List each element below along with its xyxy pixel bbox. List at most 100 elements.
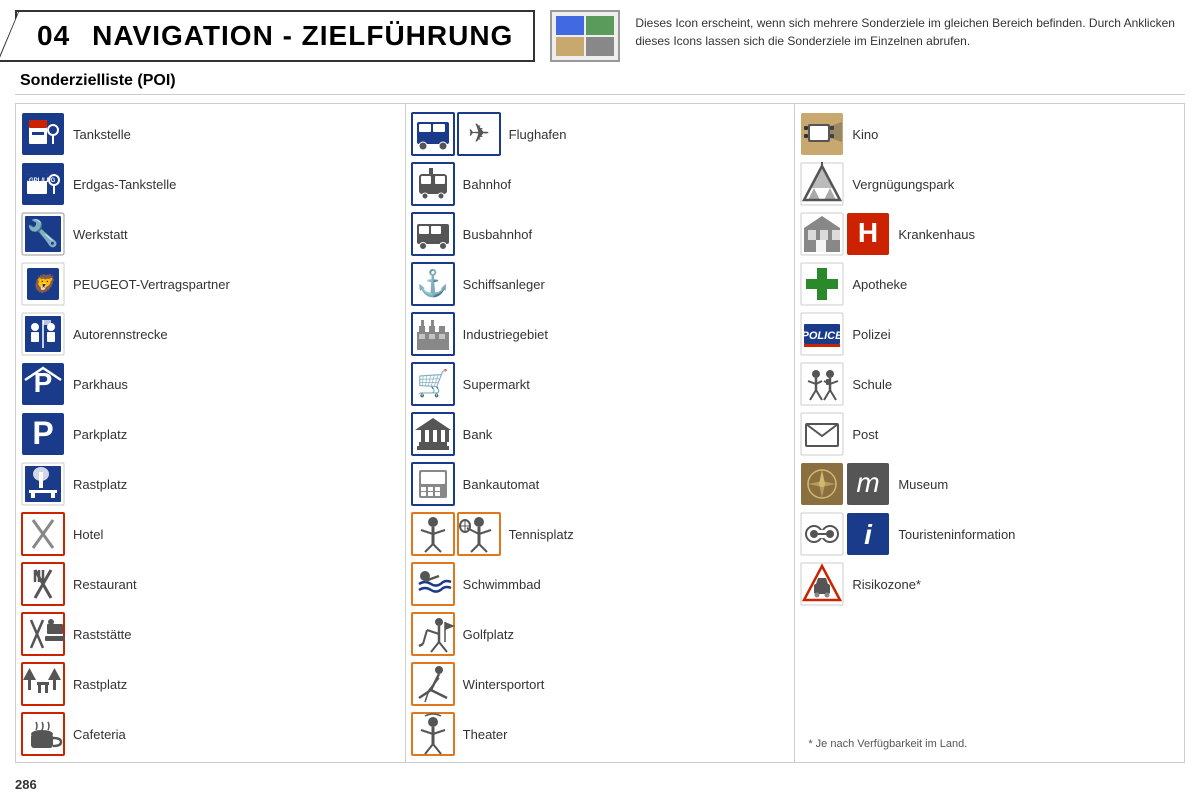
- label-kino: Kino: [852, 127, 878, 142]
- icon-tankstelle: [21, 112, 65, 156]
- label-theater: Theater: [463, 727, 508, 742]
- icon-wintersport: [411, 662, 455, 706]
- poi-autorenn: Autorennstrecke: [21, 312, 400, 356]
- icon-busbahnhof: [411, 212, 455, 256]
- label-krankenhaus: Krankenhaus: [898, 227, 975, 242]
- icon-werkstatt: 🔧: [21, 212, 65, 256]
- col3-inner: Kino: [800, 112, 1179, 754]
- icon-cafeteria: [21, 712, 65, 756]
- icon-rastplatz2: [21, 662, 65, 706]
- label-risiko: Risikozone*: [852, 577, 921, 592]
- icon-vergnuegung: [800, 162, 844, 206]
- icon-cell-green: [586, 16, 614, 35]
- label-tourist: Touristeninformation: [898, 527, 1015, 542]
- poi-museum: m Museum: [800, 462, 1179, 506]
- label-raststaette: Raststätte: [73, 627, 132, 642]
- label-industrie: Industriegebiet: [463, 327, 548, 342]
- poi-polizei: POLICE Polizei: [800, 312, 1179, 356]
- icon-tennis-group: [411, 512, 501, 556]
- label-rastplatz1: Rastplatz: [73, 477, 127, 492]
- header: 04 NAVIGATION - ZIELFÜHRUNG Dieses Icon …: [15, 10, 1185, 62]
- poi-peugeot: 🦁 PEUGEOT-Vertragspartner: [21, 262, 400, 306]
- poi-table: Tankstelle GPL/LPG Erdgas-Tankstelle: [15, 103, 1185, 763]
- icon-erdgas: GPL/LPG: [21, 162, 65, 206]
- label-schiff: Schiffsanleger: [463, 277, 545, 292]
- poi-busbahnhof: Busbahnhof: [411, 212, 790, 256]
- svg-text:P: P: [32, 415, 53, 451]
- poi-theater: Theater: [411, 712, 790, 756]
- label-apotheke: Apotheke: [852, 277, 907, 292]
- poi-werkstatt: 🔧 Werkstatt: [21, 212, 400, 256]
- label-cafeteria: Cafeteria: [73, 727, 126, 742]
- icon-schule: [800, 362, 844, 406]
- label-autorenn: Autorennstrecke: [73, 327, 168, 342]
- icon-peugeot: 🦁: [21, 262, 65, 306]
- label-museum: Museum: [898, 477, 948, 492]
- poi-raststaette: Raststätte: [21, 612, 400, 656]
- poi-rastplatz: Rastplatz: [21, 462, 400, 506]
- icon-schiff: ⚓: [411, 262, 455, 306]
- poi-post: Post: [800, 412, 1179, 456]
- poi-apotheke: Apotheke: [800, 262, 1179, 306]
- page-subtitle: NAVIGATION - ZIELFÜHRUNG: [75, 20, 514, 51]
- label-tankstelle: Tankstelle: [73, 127, 131, 142]
- poi-schule: Schule: [800, 362, 1179, 406]
- column-2: ✈ Flughafen: [406, 104, 796, 762]
- label-parkplatz: Parkplatz: [73, 427, 127, 442]
- poi-parkplatz: P Parkplatz: [21, 412, 400, 456]
- page-container: 04 NAVIGATION - ZIELFÜHRUNG Dieses Icon …: [0, 0, 1200, 800]
- label-golf: Golfplatz: [463, 627, 514, 642]
- icon-tourist-group: i: [800, 512, 890, 556]
- label-erdgas: Erdgas-Tankstelle: [73, 177, 176, 192]
- icon-polizei: POLICE: [800, 312, 844, 356]
- icon-krankenhaus-group: H: [800, 212, 890, 256]
- icon-schwimmbad: [411, 562, 455, 606]
- icon-supermarkt: 🛒: [411, 362, 455, 406]
- header-icon: [550, 10, 620, 62]
- poi-schwimmbad: Schwimmbad: [411, 562, 790, 606]
- icon-cell-tan: [556, 37, 584, 56]
- col3-items: Kino: [800, 112, 1179, 734]
- poi-bahnhof: Bahnhof: [411, 162, 790, 206]
- title-box: 04 NAVIGATION - ZIELFÜHRUNG: [15, 10, 535, 62]
- icon-kino: [800, 112, 844, 156]
- poi-bank: Bank: [411, 412, 790, 456]
- svg-text:⚓: ⚓: [416, 268, 448, 298]
- poi-bankautomat: Bankautomat: [411, 462, 790, 506]
- page-title: 04: [37, 20, 70, 51]
- label-werkstatt: Werkstatt: [73, 227, 128, 242]
- icon-bankautomat: [411, 462, 455, 506]
- poi-industrie: Industriegebiet: [411, 312, 790, 356]
- icon-autorenn: [21, 312, 65, 356]
- icon-apotheke: [800, 262, 844, 306]
- poi-tankstelle: Tankstelle: [21, 112, 400, 156]
- poi-krankenhaus: H Krankenhaus: [800, 212, 1179, 256]
- icon-restaurant: [21, 562, 65, 606]
- poi-hotel: Hotel: [21, 512, 400, 556]
- label-supermarkt: Supermarkt: [463, 377, 530, 392]
- icon-parkhaus: P: [21, 362, 65, 406]
- icon-golf: [411, 612, 455, 656]
- svg-text:H: H: [858, 217, 878, 248]
- label-bahnhof: Bahnhof: [463, 177, 511, 192]
- icon-rastplatz: [21, 462, 65, 506]
- label-flughafen: Flughafen: [509, 127, 567, 142]
- page-number: 286: [15, 777, 37, 792]
- icon-theater: [411, 712, 455, 756]
- poi-tourist: i Touristeninformation: [800, 512, 1179, 556]
- section-title: Sonderzielliste (POI): [15, 72, 1185, 95]
- icon-risiko: [800, 562, 844, 606]
- poi-rastplatz2: Rastplatz: [21, 662, 400, 706]
- poi-cafeteria: Cafeteria: [21, 712, 400, 756]
- label-peugeot: PEUGEOT-Vertragspartner: [73, 277, 230, 292]
- label-polizei: Polizei: [852, 327, 890, 342]
- label-parkhaus: Parkhaus: [73, 377, 128, 392]
- icon-post: [800, 412, 844, 456]
- label-bankautomat: Bankautomat: [463, 477, 540, 492]
- icon-bahnhof: [411, 162, 455, 206]
- label-schwimmbad: Schwimmbad: [463, 577, 541, 592]
- icon-museum-group: m: [800, 462, 890, 506]
- icon-industrie: [411, 312, 455, 356]
- svg-text:✈: ✈: [468, 118, 490, 148]
- label-post: Post: [852, 427, 878, 442]
